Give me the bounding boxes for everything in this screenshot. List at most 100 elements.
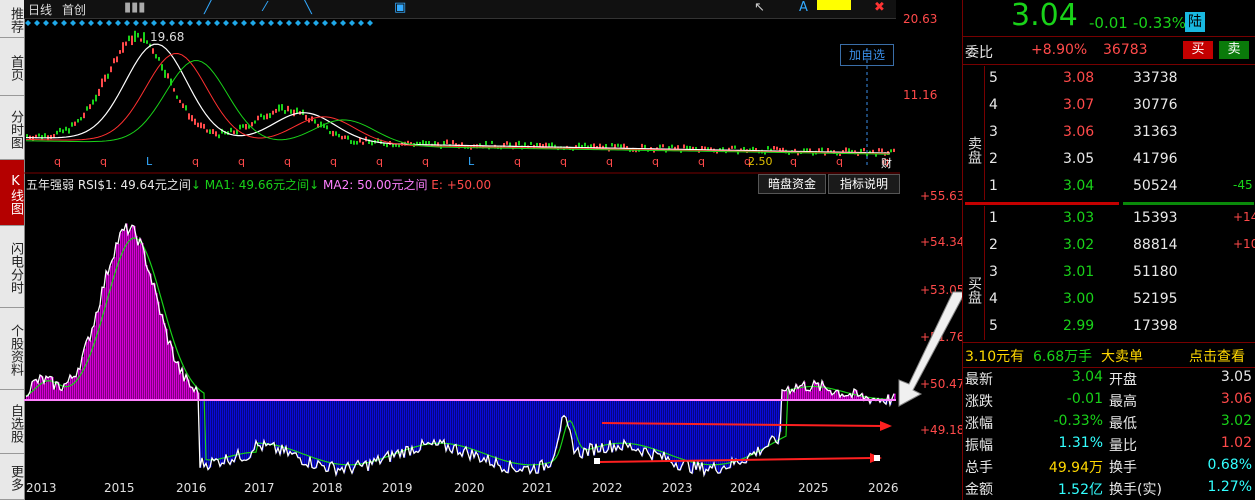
candle: [356, 141, 358, 145]
market-tag: 陆: [1185, 12, 1205, 32]
sell-button[interactable]: 卖: [1219, 41, 1249, 59]
rsi-bar: [696, 400, 698, 470]
candle: [617, 143, 619, 147]
weibi-label: 委比: [965, 45, 993, 61]
rsi-bar: [464, 400, 466, 450]
candle: [386, 143, 388, 148]
ask-row[interactable]: 2 3.05 41796: [985, 147, 1255, 174]
rsi-bar: [216, 400, 218, 459]
rsi-bar: [760, 400, 762, 455]
ask-row[interactable]: 3 3.06 31363: [985, 120, 1255, 147]
rsi-bar: [700, 400, 702, 470]
rsi-bar: [746, 400, 748, 463]
candle: [425, 141, 427, 145]
rsi-bar: [372, 400, 374, 465]
delete-icon[interactable]: ✖: [874, 0, 885, 15]
event-diamond: [223, 20, 229, 26]
tool-icon[interactable]: ▮▮▮: [124, 0, 145, 15]
bid-row[interactable]: 5 2.99 17398: [985, 314, 1255, 341]
rsi-bar: [286, 400, 288, 447]
ask-row[interactable]: 5 3.08 33738: [985, 66, 1255, 93]
indicator-help-button[interactable]: 指标说明: [828, 174, 900, 194]
rsi-bar: [722, 400, 724, 469]
rsi-bar: [380, 400, 382, 464]
rsi-bar: [450, 400, 452, 451]
nav-watchlist[interactable]: 自选股: [0, 390, 24, 454]
nav-more[interactable]: 更多: [0, 454, 24, 500]
rsi-bar: [364, 400, 366, 463]
candle: [275, 108, 277, 113]
period-selector[interactable]: 日线: [28, 1, 52, 18]
stat-row: 总手 49.94万 换手 0.68%: [963, 456, 1255, 478]
rsi-bar: [394, 400, 396, 457]
candle: [98, 88, 100, 96]
price-panel: qqLqqqqqqLqqqqqqqqq: [25, 30, 895, 168]
year-label: 2022: [592, 481, 623, 495]
nav-kline[interactable]: K线图: [0, 160, 24, 226]
candle: [863, 148, 865, 152]
candle: [644, 144, 646, 149]
candle: [329, 131, 331, 135]
event-diamond: [70, 20, 76, 26]
candle: [122, 42, 124, 53]
color-swatch[interactable]: [817, 0, 851, 10]
rsi-bar: [150, 273, 152, 400]
candle: [137, 32, 139, 38]
first-tab[interactable]: 首创: [62, 1, 86, 18]
rsi-bar: [528, 400, 530, 467]
candle: [578, 142, 580, 148]
nav-recommend[interactable]: 推荐: [0, 0, 24, 38]
cursor-icon[interactable]: ↖: [754, 0, 765, 15]
nav-flash-timeshare[interactable]: 闪电分时: [0, 226, 24, 308]
ray-icon[interactable]: ╲: [304, 0, 312, 15]
bid-row[interactable]: 2 3.02 88814 +10: [985, 233, 1255, 260]
dark-pool-button[interactable]: 暗盘资金: [758, 174, 826, 194]
rsi-bar: [712, 400, 714, 469]
bid-row[interactable]: 4 3.00 52195: [985, 287, 1255, 314]
candle: [332, 130, 334, 137]
draw-line-icon[interactable]: ╱: [204, 0, 212, 15]
rsi-bar: [50, 376, 52, 400]
nav-home[interactable]: 首页: [0, 38, 24, 96]
e-value: E: +50.00: [431, 178, 492, 192]
bid-row[interactable]: 1 3.03 15393 +141: [985, 206, 1255, 233]
rsi-bar: [678, 400, 680, 470]
kline-chart[interactable]: qqLqqqqqqLqqqqqqqqq: [24, 18, 900, 500]
rsi-bar: [412, 400, 414, 447]
text-icon[interactable]: A: [799, 0, 808, 15]
bid-row[interactable]: 3 3.01 51180: [985, 260, 1255, 287]
big-order-link[interactable]: 点击查看: [1189, 346, 1245, 366]
rsi-bar: [208, 400, 210, 470]
event-letter: q: [192, 155, 199, 168]
rsi-bar: [60, 389, 62, 400]
ask-row[interactable]: 4 3.07 30776: [985, 93, 1255, 120]
nav-stock-profile[interactable]: 个股资料: [0, 308, 24, 390]
price-scale-top: 20.63: [903, 12, 938, 26]
rsi-bar: [522, 400, 524, 472]
candle: [194, 118, 196, 125]
rsi-bar: [580, 400, 582, 457]
rsi-bar: [430, 400, 432, 444]
pen-icon[interactable]: ⁄: [264, 0, 266, 15]
candle: [752, 146, 754, 151]
rsi-bar: [434, 400, 436, 440]
buy-button[interactable]: 买: [1183, 41, 1213, 59]
rsi-bar: [184, 381, 186, 400]
rsi-bar: [836, 390, 838, 400]
nav-timeshare[interactable]: 分时图: [0, 96, 24, 160]
rsi-bar: [592, 400, 594, 445]
big-order-volume: 6.68万手: [1033, 349, 1093, 365]
candle: [38, 133, 40, 137]
rsi-bar: [348, 400, 350, 463]
stat-v1: 3.04: [1071, 369, 1103, 385]
weibi-value: +8.90%: [1031, 42, 1088, 58]
candle: [305, 114, 307, 120]
event-diamond: [250, 20, 256, 26]
rect-icon[interactable]: ▣: [394, 0, 406, 15]
stat-row: 涨幅 -0.33% 最低 3.02: [963, 412, 1255, 434]
rsi-bar: [84, 348, 86, 400]
ask-row[interactable]: 1 3.04 50524 -45: [985, 174, 1255, 201]
rsi-bar: [682, 400, 684, 466]
year-label: 2021: [522, 481, 553, 495]
add-watch-button[interactable]: 加自选: [840, 44, 894, 66]
